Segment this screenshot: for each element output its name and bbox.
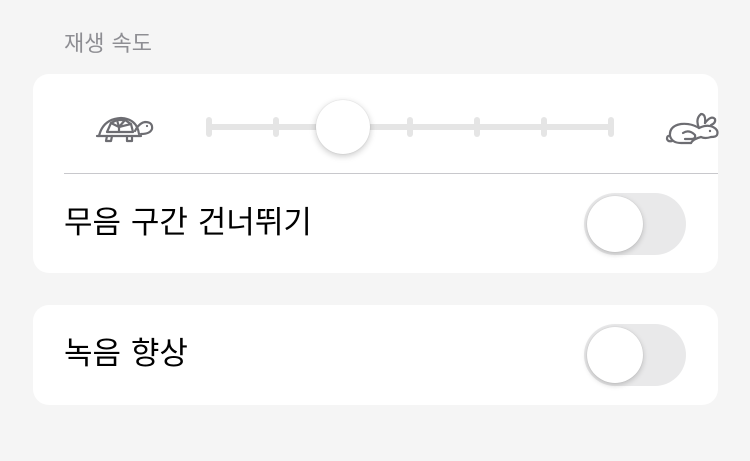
slider-thumb[interactable] xyxy=(316,100,370,154)
slider-tick xyxy=(608,117,614,137)
toggle-knob xyxy=(587,196,643,252)
turtle-icon[interactable] xyxy=(95,114,155,144)
enhance-recording-label: 녹음 향상 xyxy=(64,336,188,372)
enhance-recording-card: 녹음 향상 xyxy=(33,305,718,405)
slider-tick xyxy=(541,117,547,137)
slider-tick xyxy=(273,117,279,137)
playback-speed-slider[interactable] xyxy=(206,100,614,154)
enhance-recording-toggle[interactable] xyxy=(584,324,686,386)
rabbit-icon[interactable] xyxy=(665,111,721,147)
skip-silence-label: 무음 구간 건너뛰기 xyxy=(64,205,312,241)
slider-tick xyxy=(474,117,480,137)
divider xyxy=(64,173,718,174)
playback-speed-card: 무음 구간 건너뛰기 xyxy=(33,74,721,273)
slider-tick xyxy=(206,117,212,137)
skip-silence-toggle[interactable] xyxy=(584,193,686,255)
section-header-playback-speed: 재생 속도 xyxy=(64,32,152,57)
toggle-knob xyxy=(587,327,643,383)
slider-tick xyxy=(407,117,413,137)
